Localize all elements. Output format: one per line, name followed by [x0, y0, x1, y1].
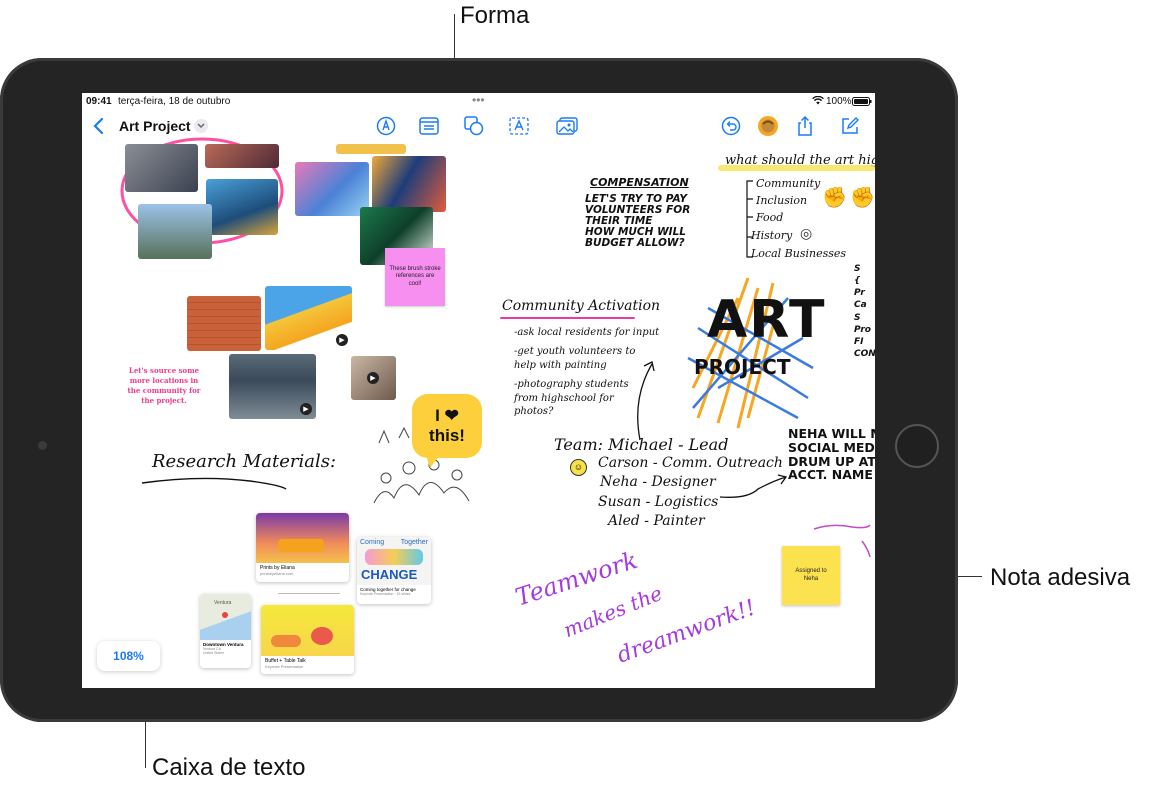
team-member[interactable]: Neha - Designer	[600, 474, 716, 490]
card-map-title: Downtown Ventura	[203, 642, 244, 647]
photo-tile[interactable]	[138, 204, 212, 259]
shapes-icon[interactable]	[463, 115, 485, 137]
card-prints-title: Prints by Eliana	[260, 565, 295, 571]
card-buffet-image	[261, 605, 354, 656]
highlight-item[interactable]: Food	[756, 211, 783, 224]
research-underline	[141, 477, 287, 490]
team-member[interactable]: Aled - Painter	[608, 513, 705, 529]
compensation-title[interactable]: COMPENSATION	[590, 177, 689, 189]
fist-emoji-icon: ✊	[822, 187, 847, 209]
home-button[interactable]	[895, 424, 939, 468]
art-project-subtitle[interactable]: PROJECT	[694, 357, 790, 378]
photo-tile[interactable]	[125, 144, 198, 192]
card-buffet-sub: Keynote Presentation	[265, 664, 304, 669]
shape-bubble-text: I ❤ this!	[429, 405, 465, 445]
callout-shape-label: Forma	[460, 2, 530, 29]
card-change-image: Coming Together CHANGE	[357, 537, 431, 585]
card-map[interactable]: Ventura Downtown Ventura Ventura CA Unit…	[200, 594, 251, 668]
compose-icon[interactable]	[839, 115, 861, 137]
shape-bubble-tail	[426, 455, 440, 468]
callout-sticky-note-label: Nota adesiva	[990, 564, 1131, 591]
card-prints-image	[256, 513, 349, 563]
team-member[interactable]: Carson - Comm. Outreach	[598, 455, 783, 471]
research-materials-heading[interactable]: Research Materials:	[152, 451, 336, 472]
text-box-pink[interactable]: Let's source some more locations in the …	[124, 366, 204, 407]
video-tile[interactable]: ▶	[265, 286, 352, 350]
photo-tile[interactable]	[187, 296, 261, 351]
sticky-note-pink-text: These brush stroke references are cool!	[389, 266, 441, 287]
title-menu-chevron-icon[interactable]	[194, 119, 208, 133]
card-prints[interactable]: Prints by Eliana printsbyeliana.com	[256, 513, 349, 582]
photo-tile[interactable]	[336, 144, 406, 154]
card-change[interactable]: Coming Together CHANGE Coming together f…	[357, 537, 431, 604]
back-chevron-icon[interactable]	[87, 115, 109, 137]
battery-icon	[852, 97, 872, 109]
board-title[interactable]: Art Project	[119, 118, 191, 134]
fist-emoji-icon: ✊	[850, 187, 875, 209]
community-activation-underline	[500, 317, 635, 319]
photo-tile[interactable]	[295, 162, 369, 216]
media-icon[interactable]	[556, 115, 578, 137]
smiley-icon: ☺	[570, 459, 587, 476]
card-change-title: Coming together for change	[360, 587, 416, 592]
map-pin-icon	[222, 612, 228, 618]
freeform-screen: 09:41 terça-feira, 18 de outubro ••• 100…	[82, 93, 875, 688]
team-title[interactable]: Team: Michael - Lead	[554, 435, 728, 454]
status-date: terça-feira, 18 de outubro	[118, 96, 231, 107]
wifi-icon	[812, 95, 824, 108]
video-tile[interactable]: ▶	[351, 356, 396, 400]
callout-text-box-label: Caixa de texto	[152, 754, 306, 781]
photo-tile[interactable]	[205, 144, 279, 168]
zoom-level-button[interactable]: 108%	[97, 641, 160, 671]
card-map-image: Ventura	[200, 594, 251, 640]
card-buffet[interactable]: Buffet + Table Talk Keynote Presentation	[261, 605, 354, 674]
compensation-body[interactable]: LET'S TRY TO PAY VOLUNTEERS FOR THEIR TI…	[585, 193, 690, 249]
play-icon[interactable]: ▶	[300, 403, 312, 415]
play-icon[interactable]: ▶	[367, 372, 379, 384]
highlight-item[interactable]: Local Businesses	[751, 247, 846, 260]
arrow-ink	[719, 474, 788, 498]
share-icon[interactable]	[794, 115, 816, 137]
card-map-sub: Ventura CA United States	[203, 647, 225, 655]
card-change-big: CHANGE	[361, 567, 418, 582]
highlight-item[interactable]: Inclusion	[756, 194, 807, 207]
card-map-place: Ventura	[214, 600, 232, 606]
text-icon[interactable]	[508, 115, 530, 137]
shape-speech-bubble[interactable]: I ❤ this!	[412, 394, 482, 458]
status-battery: 100%	[826, 96, 852, 107]
community-activation-item[interactable]: -photography students from highschool fo…	[514, 378, 644, 419]
sticky-note-yellow-text: Assigned to Neha	[795, 567, 827, 582]
arrow-ink	[637, 361, 655, 441]
undo-icon[interactable]	[720, 115, 742, 137]
card-change-sub: Keynote Presentation · 15 slides	[360, 592, 411, 596]
card-change-top-left: Coming	[360, 539, 385, 546]
highlight-yellow-mark	[718, 165, 875, 171]
text-box-icon[interactable]	[418, 115, 440, 137]
community-activation-item[interactable]: -ask local residents for input	[514, 327, 659, 338]
photo-tile[interactable]	[372, 156, 446, 212]
status-time: 09:41	[86, 96, 112, 107]
card-buffet-title: Buffet + Table Talk	[265, 658, 306, 664]
card-change-top-right: Together	[400, 539, 428, 546]
divider-line	[278, 593, 340, 594]
play-icon[interactable]: ▶	[336, 334, 348, 346]
pen-icon[interactable]	[375, 115, 397, 137]
art-project-title[interactable]: ART	[707, 293, 826, 348]
sticky-note-yellow[interactable]: Assigned to Neha	[782, 546, 840, 605]
sticky-note-pink[interactable]: These brush stroke references are cool!	[385, 248, 445, 306]
collaborator-icon[interactable]	[757, 115, 779, 137]
highlight-item[interactable]: History	[751, 229, 792, 242]
cut-off-notes: S { Pr Ca S Pro FI CON	[854, 264, 875, 359]
highlight-item[interactable]: Community	[756, 177, 820, 190]
neha-social-note[interactable]: NEHA WILL M SOCIAL MEDIA A DRUM UP ATTE …	[788, 427, 875, 482]
multitasking-dots-icon[interactable]: •••	[472, 93, 485, 107]
community-activation-title[interactable]: Community Activation	[502, 298, 660, 314]
video-tile[interactable]: ▶	[229, 354, 316, 419]
globe-icon: ◎	[800, 225, 813, 241]
card-prints-sub: printsbyeliana.com	[260, 571, 294, 576]
photo-tile[interactable]	[206, 179, 278, 235]
front-camera	[38, 441, 47, 450]
team-member[interactable]: Susan - Logistics	[598, 494, 718, 510]
